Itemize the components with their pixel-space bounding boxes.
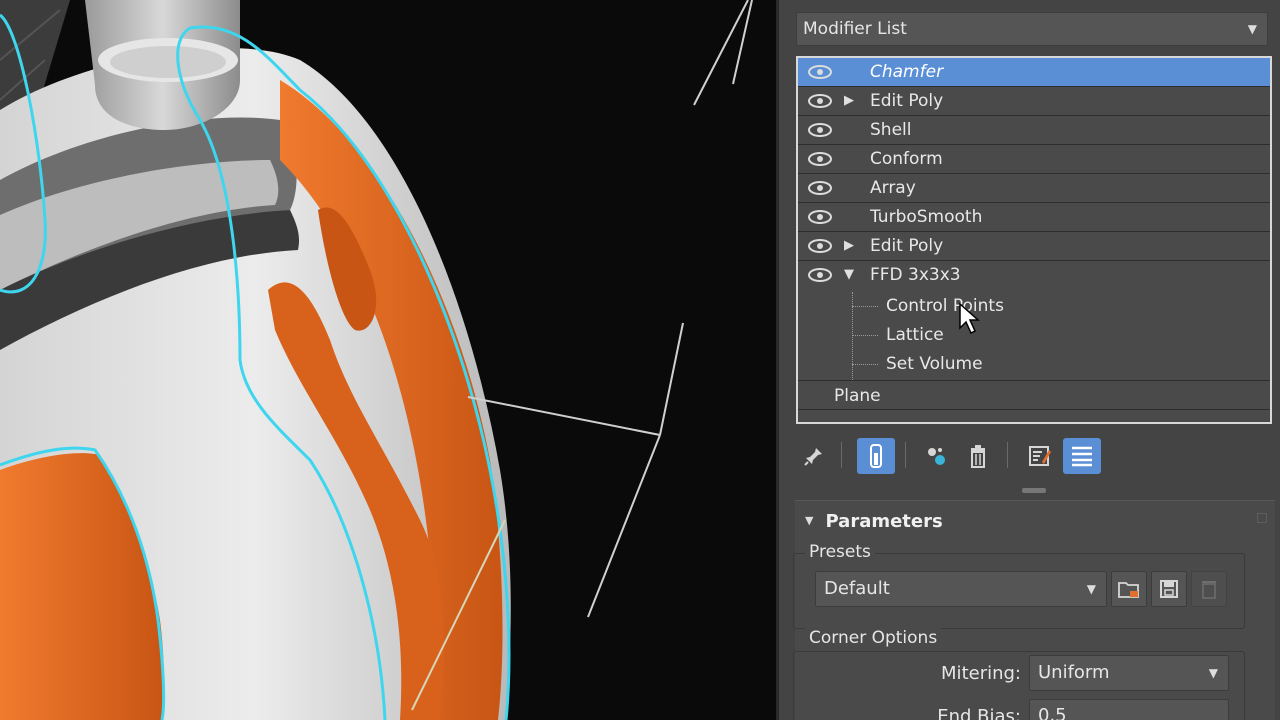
show-end-result-button[interactable] (857, 438, 895, 474)
make-unique-icon (928, 448, 945, 465)
sub-object-set-volume[interactable]: Set Volume (798, 350, 1270, 379)
stack-item-array[interactable]: Array (798, 174, 1270, 203)
parameters-rollout: ▼ Parameters Presets Default ▼ Corner Opt… (793, 500, 1275, 720)
pin-stack-icon (804, 448, 822, 466)
stack-list-button[interactable] (1063, 438, 1101, 474)
presets-dropdown[interactable]: Default ▼ (815, 571, 1107, 607)
toolbar-separator (905, 442, 906, 468)
remove-modifier-button[interactable] (959, 438, 997, 474)
trash-icon (1202, 581, 1216, 599)
presets-group-label: Presets (805, 542, 875, 562)
toolbar-separator (841, 442, 842, 468)
configure-sets-icon (1029, 446, 1051, 466)
stack-item-label: TurboSmooth (870, 207, 983, 227)
stack-item-label: Edit Poly (870, 236, 944, 256)
command-panel: Modifier List ▼ Chamfer ▶ Edit Poly Shel… (776, 0, 1280, 720)
chevron-down-icon: ▼ (1208, 666, 1218, 680)
end-bias-value: 0.5 (1038, 705, 1067, 720)
modifier-list-dropdown[interactable]: Modifier List ▼ (796, 12, 1268, 46)
stack-item-label: Chamfer (870, 62, 944, 82)
trash-icon (971, 445, 985, 468)
corner-options-group-label: Corner Options (805, 628, 942, 648)
collapse-arrow-icon[interactable]: ▼ (844, 261, 854, 289)
rollout-pin-icon[interactable] (1257, 513, 1267, 523)
rollout-header[interactable]: ▼ Parameters (805, 511, 943, 532)
eye-icon[interactable] (808, 268, 832, 282)
rollout-collapse-icon: ▼ (805, 514, 814, 527)
stack-toolbar (795, 434, 1275, 476)
stack-item-chamfer[interactable]: Chamfer (798, 58, 1270, 87)
folder-icon (1118, 582, 1139, 598)
save-icon (1160, 580, 1178, 598)
chevron-down-icon: ▼ (1247, 22, 1257, 36)
show-end-result-icon (870, 444, 882, 468)
mitering-value: Uniform (1038, 662, 1110, 683)
toolbar-separator (1007, 442, 1008, 468)
eye-icon[interactable] (808, 123, 832, 137)
expand-arrow-icon[interactable]: ▶ (844, 232, 854, 260)
load-preset-button[interactable] (1111, 571, 1147, 607)
stack-item-label: Array (870, 178, 916, 198)
stack-item-label: FFD 3x3x3 (870, 265, 961, 285)
end-bias-spinner[interactable]: 0.5 (1029, 699, 1229, 720)
end-bias-label: End Bias: (937, 706, 1021, 720)
stack-item-label: Conform (870, 149, 943, 169)
pin-stack-button[interactable] (795, 438, 833, 474)
panel-resize-grip[interactable] (1022, 488, 1046, 493)
stack-item-label: Edit Poly (870, 91, 944, 111)
stack-item-edit-poly[interactable]: ▶ Edit Poly (798, 87, 1270, 116)
eye-icon[interactable] (808, 239, 832, 253)
mouse-cursor-icon (959, 302, 980, 335)
eye-icon[interactable] (808, 94, 832, 108)
eye-icon[interactable] (808, 181, 832, 195)
stack-base-object-plane[interactable]: Plane (798, 380, 1270, 410)
stack-item-edit-poly-2[interactable]: ▶ Edit Poly (798, 232, 1270, 261)
mitering-dropdown[interactable]: Uniform ▼ (1029, 655, 1229, 691)
presets-value: Default (824, 578, 890, 599)
mitering-label: Mitering: (941, 663, 1021, 684)
make-unique-button[interactable] (917, 438, 955, 474)
chevron-down-icon: ▼ (1086, 582, 1096, 596)
sub-object-label: Control Points (886, 296, 1004, 316)
rollout-title: Parameters (825, 511, 943, 532)
sub-object-control-points[interactable]: Control Points (798, 292, 1270, 321)
base-object-label: Plane (834, 386, 881, 406)
delete-preset-button[interactable] (1191, 571, 1227, 607)
3d-viewport[interactable] (0, 0, 776, 720)
list-icon (1072, 446, 1092, 467)
stack-item-shell[interactable]: Shell (798, 116, 1270, 145)
configure-modifier-sets-button[interactable] (1021, 438, 1059, 474)
modifier-list-label: Modifier List (803, 19, 907, 39)
stack-item-conform[interactable]: Conform (798, 145, 1270, 174)
modifier-stack: Chamfer ▶ Edit Poly Shell Conform Array … (796, 56, 1272, 424)
sub-object-lattice[interactable]: Lattice (798, 321, 1270, 350)
stack-item-turbosmooth[interactable]: TurboSmooth (798, 203, 1270, 232)
expand-arrow-icon[interactable]: ▶ (844, 87, 854, 115)
eye-icon[interactable] (808, 152, 832, 166)
eye-icon[interactable] (808, 65, 832, 79)
sub-object-label: Set Volume (886, 354, 983, 374)
save-preset-button[interactable] (1151, 571, 1187, 607)
stack-item-label: Shell (870, 120, 912, 140)
eye-icon[interactable] (808, 210, 832, 224)
stack-item-ffd[interactable]: ▼ FFD 3x3x3 (798, 261, 1270, 290)
viewport-scene (0, 0, 753, 720)
sub-object-label: Lattice (886, 325, 944, 345)
